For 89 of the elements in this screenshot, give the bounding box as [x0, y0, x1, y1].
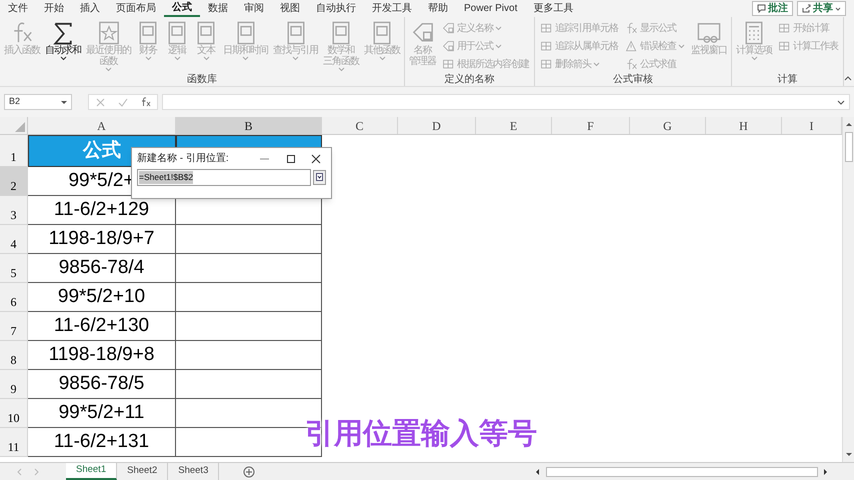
- close-icon: [311, 154, 321, 164]
- column-header[interactable]: G: [630, 117, 706, 134]
- sheet-tab[interactable]: Sheet2: [117, 463, 168, 480]
- table-cell: 99*5/2+11: [28, 399, 176, 428]
- warning-icon: [625, 40, 638, 53]
- row-header[interactable]: 11: [0, 428, 28, 457]
- scrollbar-thumb[interactable]: [546, 466, 818, 476]
- comment-icon: [757, 4, 766, 13]
- menu-tab[interactable]: 开发工具: [364, 0, 420, 17]
- menu-tab[interactable]: 自动执行: [308, 0, 364, 17]
- previous-sheet-icon: [16, 468, 22, 476]
- grid-icon: [540, 58, 553, 71]
- menu-tab[interactable]: 视图: [272, 0, 308, 17]
- menu-tab[interactable]: 更多工具: [525, 0, 582, 17]
- row-header[interactable]: 4: [0, 225, 28, 254]
- column-header[interactable]: D: [398, 117, 476, 134]
- ribbon-button[interactable]: 自动求和: [43, 21, 83, 73]
- row-header[interactable]: 3: [0, 196, 28, 225]
- table-cell: 9856-78/4: [28, 254, 176, 283]
- input-value: =Sheet1!$B$2: [139, 171, 194, 184]
- row-header[interactable]: 1: [0, 135, 28, 167]
- grid-icon: [778, 40, 791, 53]
- row-header[interactable]: 9: [0, 370, 28, 399]
- sheet-tab[interactable]: Sheet3: [168, 463, 220, 480]
- reference-input[interactable]: =Sheet1!$B$2: [137, 169, 311, 186]
- row-header[interactable]: 10: [0, 399, 28, 428]
- dropdown-icon: [61, 100, 67, 104]
- row-header[interactable]: 6: [0, 283, 28, 312]
- group-label: 计算: [776, 73, 798, 86]
- column-header[interactable]: F: [552, 117, 630, 134]
- grid-icon: [540, 40, 553, 53]
- grid-icon: [442, 58, 455, 71]
- expand-icon: [837, 100, 845, 104]
- group-label: 公式审核: [612, 73, 654, 86]
- group-label: 函数库: [186, 73, 218, 86]
- table-cell: 9856-78/5: [28, 370, 176, 399]
- menu-tab[interactable]: 开始: [36, 0, 72, 17]
- column-header[interactable]: E: [476, 117, 552, 134]
- collapse-dialog-button[interactable]: [313, 170, 326, 185]
- function-icon: [625, 22, 638, 35]
- grid-icon: [540, 22, 553, 35]
- insert-function-icon: [140, 97, 150, 107]
- tag-icon: [442, 40, 455, 53]
- tag-icon: [442, 22, 455, 35]
- table-cell: 11-6/2+131: [28, 428, 176, 457]
- table-cell: 1198-18/9+7: [28, 225, 176, 254]
- share-icon: [802, 4, 811, 13]
- glasses-icon: [697, 21, 721, 45]
- maximize-icon: [286, 154, 296, 164]
- share-button[interactable]: 共享: [797, 1, 846, 16]
- menu-tab[interactable]: 文件: [0, 0, 36, 17]
- scroll-left-icon: [534, 468, 542, 476]
- table-cell: 11-6/2+130: [28, 312, 176, 341]
- menu-tab[interactable]: 页面布局: [108, 0, 164, 17]
- name-box[interactable]: B2: [4, 94, 72, 110]
- collapse-icon: [316, 173, 324, 182]
- table-cell: 99*5/2+10: [28, 283, 176, 312]
- group-label: 定义的名称: [444, 73, 496, 86]
- add-sheet-icon: [243, 466, 256, 478]
- row-header[interactable]: 5: [0, 254, 28, 283]
- collapse-ribbon-icon: [844, 75, 852, 82]
- caret-icon: [835, 6, 841, 12]
- scroll-right-icon: [822, 468, 830, 476]
- function-icon: [625, 58, 638, 71]
- menu-tab[interactable]: 数据: [200, 0, 236, 17]
- row-header[interactable]: 8: [0, 341, 28, 370]
- comment-button[interactable]: 批注: [752, 1, 793, 16]
- grid-icon: [778, 22, 791, 35]
- sheet-tab[interactable]: Sheet1: [66, 463, 118, 480]
- scroll-up-icon: [844, 121, 852, 128]
- next-sheet-icon: [34, 468, 40, 476]
- column-header[interactable]: H: [706, 117, 782, 134]
- formula-input[interactable]: [162, 94, 850, 110]
- select-all-icon: [15, 122, 25, 132]
- cell-reference: B2: [9, 95, 20, 108]
- check-icon: [118, 98, 128, 106]
- row-header[interactable]: 2: [0, 167, 28, 196]
- scroll-down-icon: [844, 451, 852, 458]
- column-header[interactable]: B: [176, 117, 322, 134]
- column-header[interactable]: C: [322, 117, 398, 134]
- scrollbar-thumb[interactable]: [844, 132, 852, 162]
- menu-tab[interactable]: 帮助: [420, 0, 456, 17]
- menu-tab[interactable]: 插入: [72, 0, 108, 17]
- menu-tab[interactable]: 审阅: [236, 0, 272, 17]
- row-header[interactable]: 7: [0, 312, 28, 341]
- star-book-icon: [96, 21, 120, 45]
- cancel-icon: [96, 98, 104, 106]
- menu-tab[interactable]: Power Pivot: [456, 0, 526, 17]
- table-cell: 1198-18/9+8: [28, 341, 176, 370]
